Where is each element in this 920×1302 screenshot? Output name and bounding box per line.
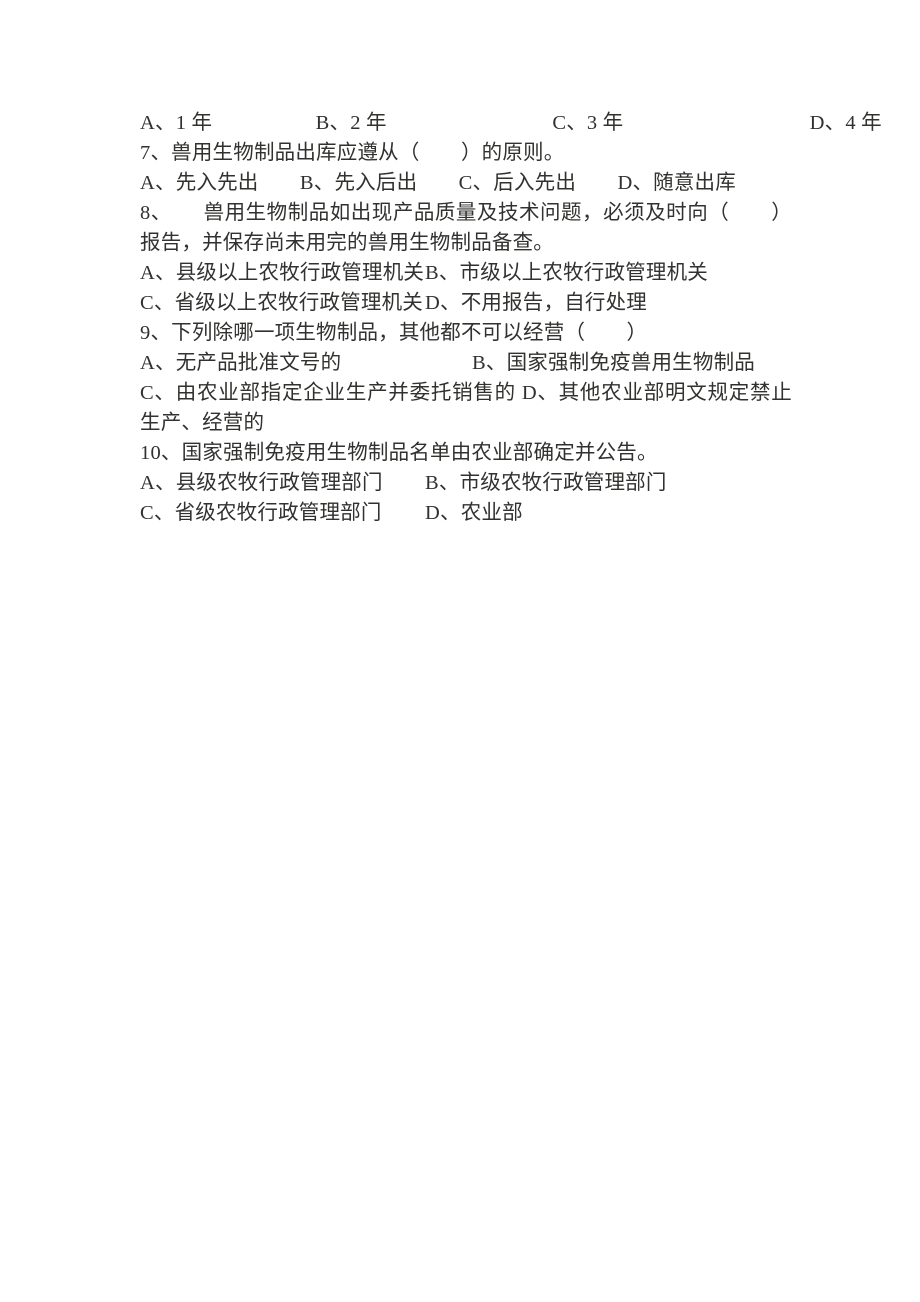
question-10-option-b: B、市级农牧行政管理部门 bbox=[425, 472, 667, 494]
question-9-options-row-ab: A、无产品批准文号的 B、国家强制免疫兽用生物制品 bbox=[140, 348, 792, 378]
question-10-stem: 10、国家强制免疫用生物制品名单由农业部确定并公告。 bbox=[140, 442, 658, 464]
question-10-option-a: A、县级农牧行政管理部门 bbox=[140, 472, 383, 494]
question-8-option-d: D、不用报告，自行处理 bbox=[425, 292, 648, 314]
question-7-stem: 7、兽用生物制品出库应遵从（ ）的原则。 bbox=[140, 142, 565, 164]
question-8-stem: 8、 兽用生物制品如出现产品质量及技术问题，必须及时向（ ）报告，并保存尚未用完… bbox=[140, 202, 792, 254]
question-8-options-row-cd: C、省级以上农牧行政管理机关 D、不用报告，自行处理 bbox=[140, 288, 792, 318]
question-10-options-row-ab: A、县级农牧行政管理部门 B、市级农牧行政管理部门 bbox=[140, 468, 792, 498]
document-page: A、1 年 B、2 年 C、3 年 D、4 年 7、兽用生物制品出库应遵从（ ）… bbox=[0, 0, 920, 1302]
question-8-option-c: C、省级以上农牧行政管理机关 bbox=[140, 292, 423, 314]
question-8-option-b: B、市级以上农牧行政管理机关 bbox=[425, 262, 708, 284]
question-8-options-row-ab: A、县级以上农牧行政管理机关 B、市级以上农牧行政管理机关 bbox=[140, 258, 792, 288]
question-9-option-b: B、国家强制免疫兽用生物制品 bbox=[472, 352, 755, 374]
question-8-option-a: A、县级以上农牧行政管理机关 bbox=[140, 262, 425, 284]
question-10-option-c: C、省级农牧行政管理部门 bbox=[140, 502, 382, 524]
question-9-option-a: A、无产品批准文号的 bbox=[140, 352, 342, 374]
question-7-options-line: A、先入先出 B、先入后出 C、后入先出 D、随意出库 bbox=[140, 172, 736, 194]
question-9-stem: 9、下列除哪一项生物制品，其他都不可以经营（ ） bbox=[140, 322, 648, 344]
question-10-options-row-cd: C、省级农牧行政管理部门 D、农业部 bbox=[140, 498, 792, 528]
question-9-options-row-cd: C、由农业部指定企业生产并委托销售的 D、其他农业部明文规定禁止生产、经营的 bbox=[140, 382, 792, 434]
question-10-option-d: D、农业部 bbox=[425, 502, 523, 524]
document-body: A、1 年 B、2 年 C、3 年 D、4 年 7、兽用生物制品出库应遵从（ ）… bbox=[140, 108, 882, 528]
question-6-options-line: A、1 年 B、2 年 C、3 年 D、4 年 bbox=[140, 112, 882, 134]
